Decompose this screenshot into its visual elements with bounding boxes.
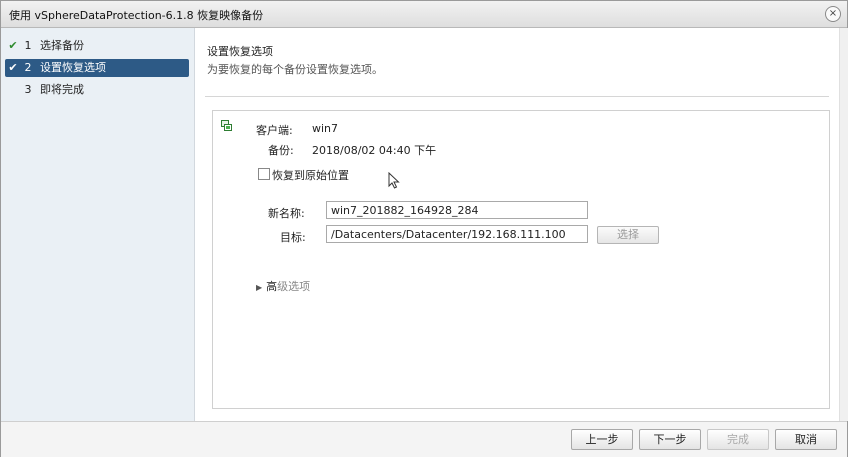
backup-value: 2018/08/02 04:40 下午	[312, 144, 437, 157]
step-label: 选择备份	[40, 39, 84, 52]
back-button[interactable]: 上一步	[571, 429, 633, 450]
step-number: 2	[24, 61, 32, 74]
restore-options-panel: 客户端: win7 备份: 2018/08/02 04:40 下午 恢复到原始位…	[212, 110, 830, 409]
page-title: 设置恢复选项	[207, 45, 273, 58]
check-icon: ✔	[8, 39, 18, 52]
restore-original-checkbox[interactable]	[258, 168, 270, 180]
advanced-options-toggle[interactable]: ▶ 高级选项	[256, 278, 310, 294]
title-bar: 使用 vSphereDataProtection-6.1.8 恢复映像备份 ×	[1, 1, 847, 28]
mouse-cursor-icon	[388, 172, 400, 189]
vm-icon	[221, 120, 232, 131]
advanced-options-label: 级选项	[277, 280, 311, 293]
main-panel: 设置恢复选项 为要恢复的每个备份设置恢复选项。 客户端: win7 备份: 20…	[195, 28, 847, 421]
step-select-backup[interactable]: ✔ 1 选择备份	[5, 37, 189, 55]
cancel-button[interactable]: 取消	[775, 429, 837, 450]
restore-dialog: 使用 vSphereDataProtection-6.1.8 恢复映像备份 × …	[0, 0, 848, 457]
close-icon[interactable]: ×	[825, 6, 841, 22]
step-restore-options[interactable]: ✔ 2 设置恢复选项	[5, 59, 189, 77]
client-value: win7	[312, 122, 339, 135]
next-button[interactable]: 下一步	[639, 429, 701, 450]
footer-bar: 上一步 下一步 完成 取消	[1, 421, 847, 457]
restore-original-label[interactable]: 恢复到原始位置	[272, 167, 349, 183]
new-name-field[interactable]: win7_201882_164928_284	[326, 201, 588, 219]
expand-triangle-icon: ▶	[256, 283, 263, 292]
step-number: 1	[24, 39, 32, 52]
step-number: 3	[24, 83, 32, 96]
new-name-label: 新名称:	[268, 207, 305, 220]
step-ready-to-complete[interactable]: 3 即将完成	[5, 81, 189, 99]
client-label: 客户端:	[256, 124, 293, 137]
target-label: 目标:	[280, 231, 306, 244]
finish-button[interactable]: 完成	[707, 429, 769, 450]
step-label: 设置恢复选项	[40, 61, 106, 74]
window-title: 使用 vSphereDataProtection-6.1.8 恢复映像备份	[9, 9, 264, 22]
target-field[interactable]: /Datacenters/Datacenter/192.168.111.100	[326, 225, 588, 243]
advanced-options-label-prefix: 高	[266, 280, 278, 293]
wizard-steps: ✔ 1 选择备份 ✔ 2 设置恢复选项 3 即将完成	[1, 28, 195, 421]
page-subtitle: 为要恢复的每个备份设置恢复选项。	[207, 63, 383, 76]
divider	[205, 96, 829, 97]
vertical-scrollbar[interactable]	[839, 28, 848, 421]
backup-label: 备份:	[268, 144, 294, 157]
select-target-button[interactable]: 选择	[597, 226, 659, 244]
check-icon: ✔	[8, 61, 18, 74]
step-label: 即将完成	[40, 83, 84, 96]
